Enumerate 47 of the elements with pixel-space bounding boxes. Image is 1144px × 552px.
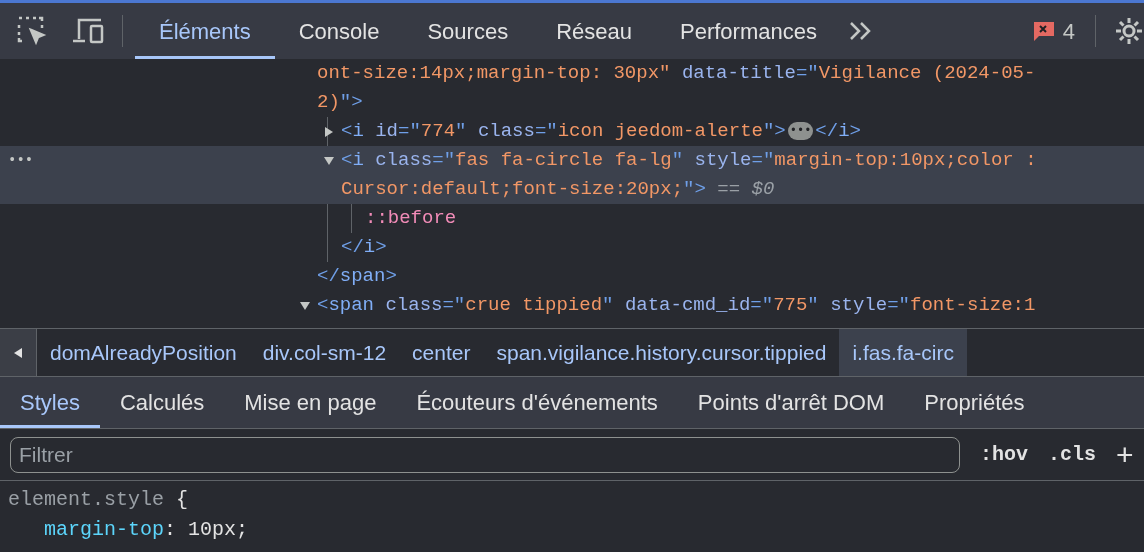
error-icon[interactable] [1032,20,1055,42]
code-line[interactable]: </i> [341,236,387,258]
code-line[interactable]: <span class="crue tippied" data-cmd_id="775" style="font-size:1 [317,294,1036,316]
hover-state-button[interactable]: :hov [980,439,1028,470]
ellipsis-badge[interactable]: ••• [787,122,814,140]
code-line[interactable]: 2)"> [317,91,363,113]
more-tabs-icon[interactable] [848,21,873,41]
code-line[interactable]: <i class="fas fa-circle fa-lg" style="margin-top:10px;color : [341,149,1037,171]
error-count: 4 [1062,17,1075,46]
element-picker-icon[interactable] [17,16,47,46]
styles-tab[interactable]: Styles [0,377,100,428]
left-triangle-icon [13,346,23,359]
breadcrumb[interactable]: domAlreadyPosition [37,329,250,376]
code-line[interactable]: ::before [365,207,457,229]
filter-field[interactable]: Filtrer [10,436,960,473]
breadcrumb[interactable]: i.fas.fa-circ [839,329,967,376]
add-rule-button[interactable]: + [1116,439,1134,470]
rule-selector: element.style [8,488,165,511]
breadcrumb[interactable]: div.col-sm-12 [249,329,400,376]
styles-tab[interactable]: Calculés [99,377,225,428]
class-button[interactable]: .cls [1048,439,1097,470]
code-line[interactable]: <i id="774" class="icon jeedom-alerte"> ••• </i> [341,120,861,142]
styles-tab[interactable]: Points d'arrêt DOM [677,377,905,428]
styles-tab[interactable]: Mise en page [224,377,397,428]
css-colon: : [164,518,177,541]
panel-tab[interactable]: Performances [656,3,841,59]
code-line[interactable]: ont-size:14px;margin-top: 30px" data-title="Vigilance (2024-05- [317,62,1036,84]
expanded-triangle-icon[interactable] [323,155,335,167]
row-menu-dots[interactable]: ••• [8,150,34,170]
breadcrumb[interactable]: span.vigilance.history.cursor.tippied [483,329,840,376]
scroll-left-button[interactable] [0,329,37,376]
breadcrumb[interactable]: center [399,329,484,376]
collapsed-triangle-icon[interactable] [323,126,335,138]
code-line[interactable]: </span> [317,265,397,287]
css-value[interactable]: 10px; [188,518,249,541]
css-property[interactable]: margin-top [44,518,165,541]
rule-brace: { [176,488,189,511]
expanded-triangle-icon[interactable] [299,300,311,312]
panel-tab[interactable]: Réseau [532,3,656,59]
device-toggle-icon[interactable] [71,17,105,45]
panel-tab[interactable]: Sources [403,3,533,59]
code-line[interactable]: Cursor:default;font-size:20px;"> == $0 [341,178,775,200]
styles-tab[interactable]: Propriétés [904,377,1045,428]
settings-icon[interactable] [1114,16,1144,46]
panel-tab[interactable]: Console [274,3,404,59]
styles-tab[interactable]: Écouteurs d'événements [396,377,678,428]
panel-tab[interactable]: Éléments [135,3,275,59]
